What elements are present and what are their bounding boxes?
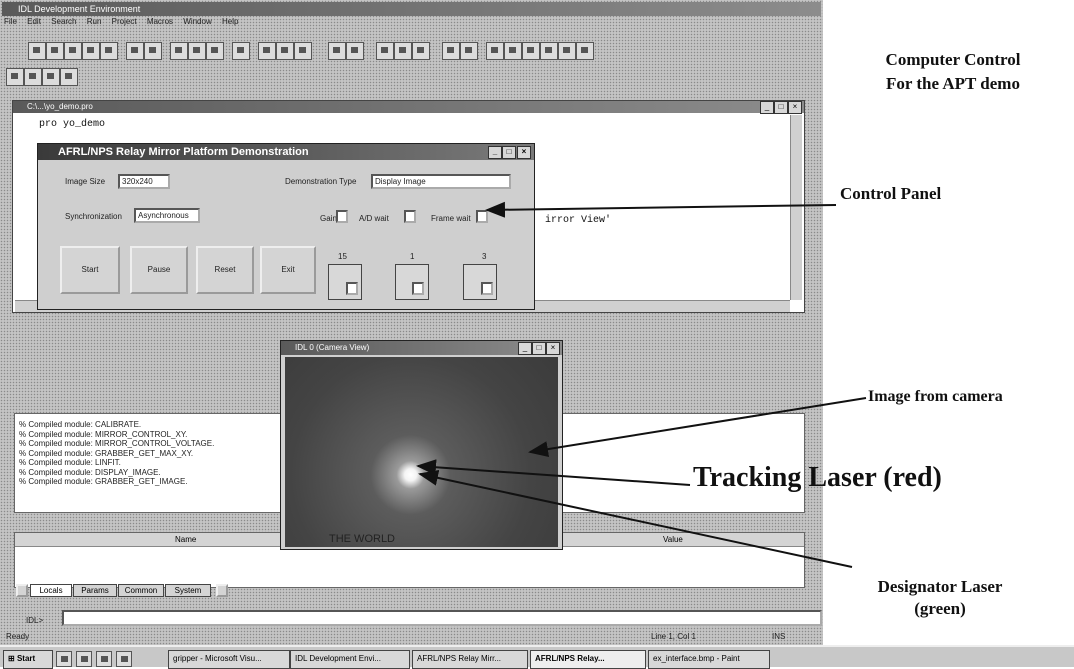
control-panel-arrow — [485, 201, 837, 218]
camera-image-arrow — [528, 397, 867, 458]
designator-laser-arrow — [418, 469, 853, 568]
annotation-arrows — [416, 201, 867, 568]
